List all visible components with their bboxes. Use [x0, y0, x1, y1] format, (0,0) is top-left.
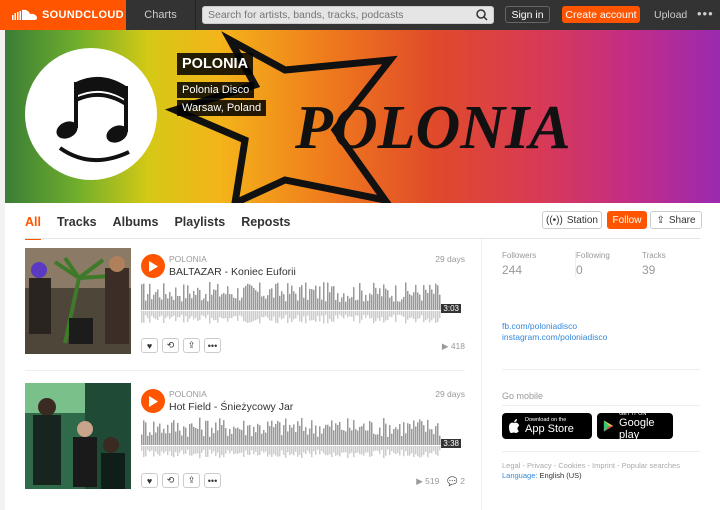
cloud-icon	[12, 9, 37, 20]
share-icon[interactable]: ⇪	[183, 338, 200, 353]
track-artwork-image	[25, 383, 131, 489]
track-artist[interactable]: POLONIA	[169, 389, 207, 399]
track-duration: 3:03	[441, 304, 461, 313]
google-play-badge[interactable]: GET IT ON Google play	[597, 411, 673, 441]
go-mobile-heading: Go mobile	[502, 391, 544, 401]
search-box[interactable]	[202, 6, 494, 24]
profile-links: fb.com/poloniadisco instagram.com/poloni…	[502, 321, 607, 343]
like-icon[interactable]: ♥	[141, 338, 158, 353]
track-artist[interactable]: POLONIA	[169, 254, 207, 264]
google-play-text: Google play	[619, 417, 655, 441]
share-button[interactable]: ⇪ Share	[650, 211, 702, 229]
track-stats: ▶ 519 💬 2	[416, 476, 465, 487]
track-date: 29 days	[435, 254, 465, 264]
soundcloud-logo[interactable]: SOUNDCLOUD	[0, 0, 126, 30]
google-play-icon	[603, 420, 614, 432]
track-date: 29 days	[435, 389, 465, 399]
search-icon[interactable]	[474, 8, 490, 22]
track-actions: ♥ ⟲ ⇪ •••	[141, 338, 221, 353]
language-selector[interactable]: Language: English (US)	[502, 471, 680, 481]
followers-stat[interactable]: Followers 244	[502, 251, 536, 277]
logo-text: SOUNDCLOUD	[42, 9, 124, 21]
play-icon	[149, 395, 158, 407]
app-store-text: App Store	[525, 423, 574, 435]
legal-links[interactable]: Legal - Privacy - Cookies - Imprint - Po…	[502, 461, 680, 471]
waveform-graphic	[141, 282, 441, 324]
more-menu-icon[interactable]: •••	[697, 6, 714, 21]
track-divider	[25, 370, 465, 371]
following-stat[interactable]: Following 0	[575, 251, 610, 277]
apple-icon	[509, 419, 519, 433]
waveform-graphic	[141, 417, 441, 459]
banner-polonia-text: POLONIA	[294, 94, 571, 162]
sign-in-button[interactable]: Sign in	[505, 6, 550, 23]
play-count: ▶ 418	[441, 341, 465, 351]
create-account-button[interactable]: Create account	[562, 6, 640, 23]
follow-button[interactable]: Follow	[607, 211, 647, 229]
track-waveform[interactable]: 3:03	[141, 282, 463, 326]
play-button[interactable]	[141, 389, 165, 413]
tab-albums[interactable]: Albums	[113, 215, 159, 229]
track-title[interactable]: Hot Field - Śnieżycowy Jar	[169, 401, 293, 413]
repost-icon[interactable]: ⟲	[162, 473, 179, 488]
repost-icon[interactable]: ⟲	[162, 338, 179, 353]
profile-location: Warsaw, Poland	[177, 100, 267, 116]
play-count: ▶ 519	[416, 476, 440, 486]
profile-content: All Tracks Albums Playlists Reposts ((•)…	[5, 203, 720, 510]
sidebar-divider	[502, 405, 700, 406]
sidebar-divider	[502, 451, 700, 452]
upload-link[interactable]: Upload	[654, 9, 687, 21]
tab-playlists[interactable]: Playlists	[174, 215, 225, 229]
track-actions: ♥ ⟲ ⇪ •••	[141, 473, 221, 488]
profile-banner: POLONIA POLONIA Polonia Disco Warsaw, Po…	[5, 30, 720, 203]
share-icon[interactable]: ⇪	[183, 473, 200, 488]
profile-tabs: All Tracks Albums Playlists Reposts	[25, 215, 291, 240]
search-input[interactable]	[203, 9, 474, 21]
track-title[interactable]: BALTAZAR - Koniec Euforii	[169, 266, 296, 278]
track-item: POLONIA BALTAZAR - Koniec Euforii 29 day…	[25, 248, 465, 356]
more-icon[interactable]: •••	[204, 473, 221, 488]
track-waveform[interactable]: 3:38	[141, 417, 463, 461]
more-icon[interactable]: •••	[204, 338, 221, 353]
profile-full-name: Polonia Disco	[177, 82, 255, 98]
station-icon: ((•))	[546, 214, 563, 226]
play-button[interactable]	[141, 254, 165, 278]
track-stats: ▶ 418	[442, 341, 465, 352]
share-icon: ⇪	[656, 214, 665, 226]
tab-reposts[interactable]: Reposts	[241, 215, 290, 229]
legal-footer: Legal - Privacy - Cookies - Imprint - Po…	[502, 461, 680, 481]
instagram-link[interactable]: instagram.com/poloniadisco	[502, 332, 607, 343]
tab-tracks[interactable]: Tracks	[57, 215, 97, 229]
track-item: POLONIA Hot Field - Śnieżycowy Jar 29 da…	[25, 383, 465, 491]
track-duration: 3:38	[441, 439, 461, 448]
station-button[interactable]: ((•)) Station	[542, 211, 602, 229]
music-note-icon	[56, 76, 130, 163]
app-store-badge[interactable]: Download on the App Store	[502, 413, 592, 439]
track-artwork-image	[25, 248, 131, 354]
play-icon	[149, 260, 158, 272]
track-artwork[interactable]	[25, 383, 131, 489]
top-navigation-bar: SOUNDCLOUD Charts Sign in Create account…	[0, 0, 720, 30]
avatar[interactable]	[25, 48, 157, 180]
comment-count: 💬 2	[447, 476, 465, 486]
like-icon[interactable]: ♥	[141, 473, 158, 488]
profile-sidebar: Followers 244 Following 0 Tracks 39 fb.com/…	[481, 239, 701, 510]
track-artwork[interactable]	[25, 248, 131, 354]
tracks-stat[interactable]: Tracks 39	[642, 251, 666, 277]
charts-link[interactable]: Charts	[126, 0, 196, 30]
sidebar-divider	[502, 369, 700, 370]
tab-all[interactable]: All	[25, 215, 41, 240]
facebook-link[interactable]: fb.com/poloniadisco	[502, 321, 607, 332]
profile-name: POLONIA	[177, 53, 254, 75]
